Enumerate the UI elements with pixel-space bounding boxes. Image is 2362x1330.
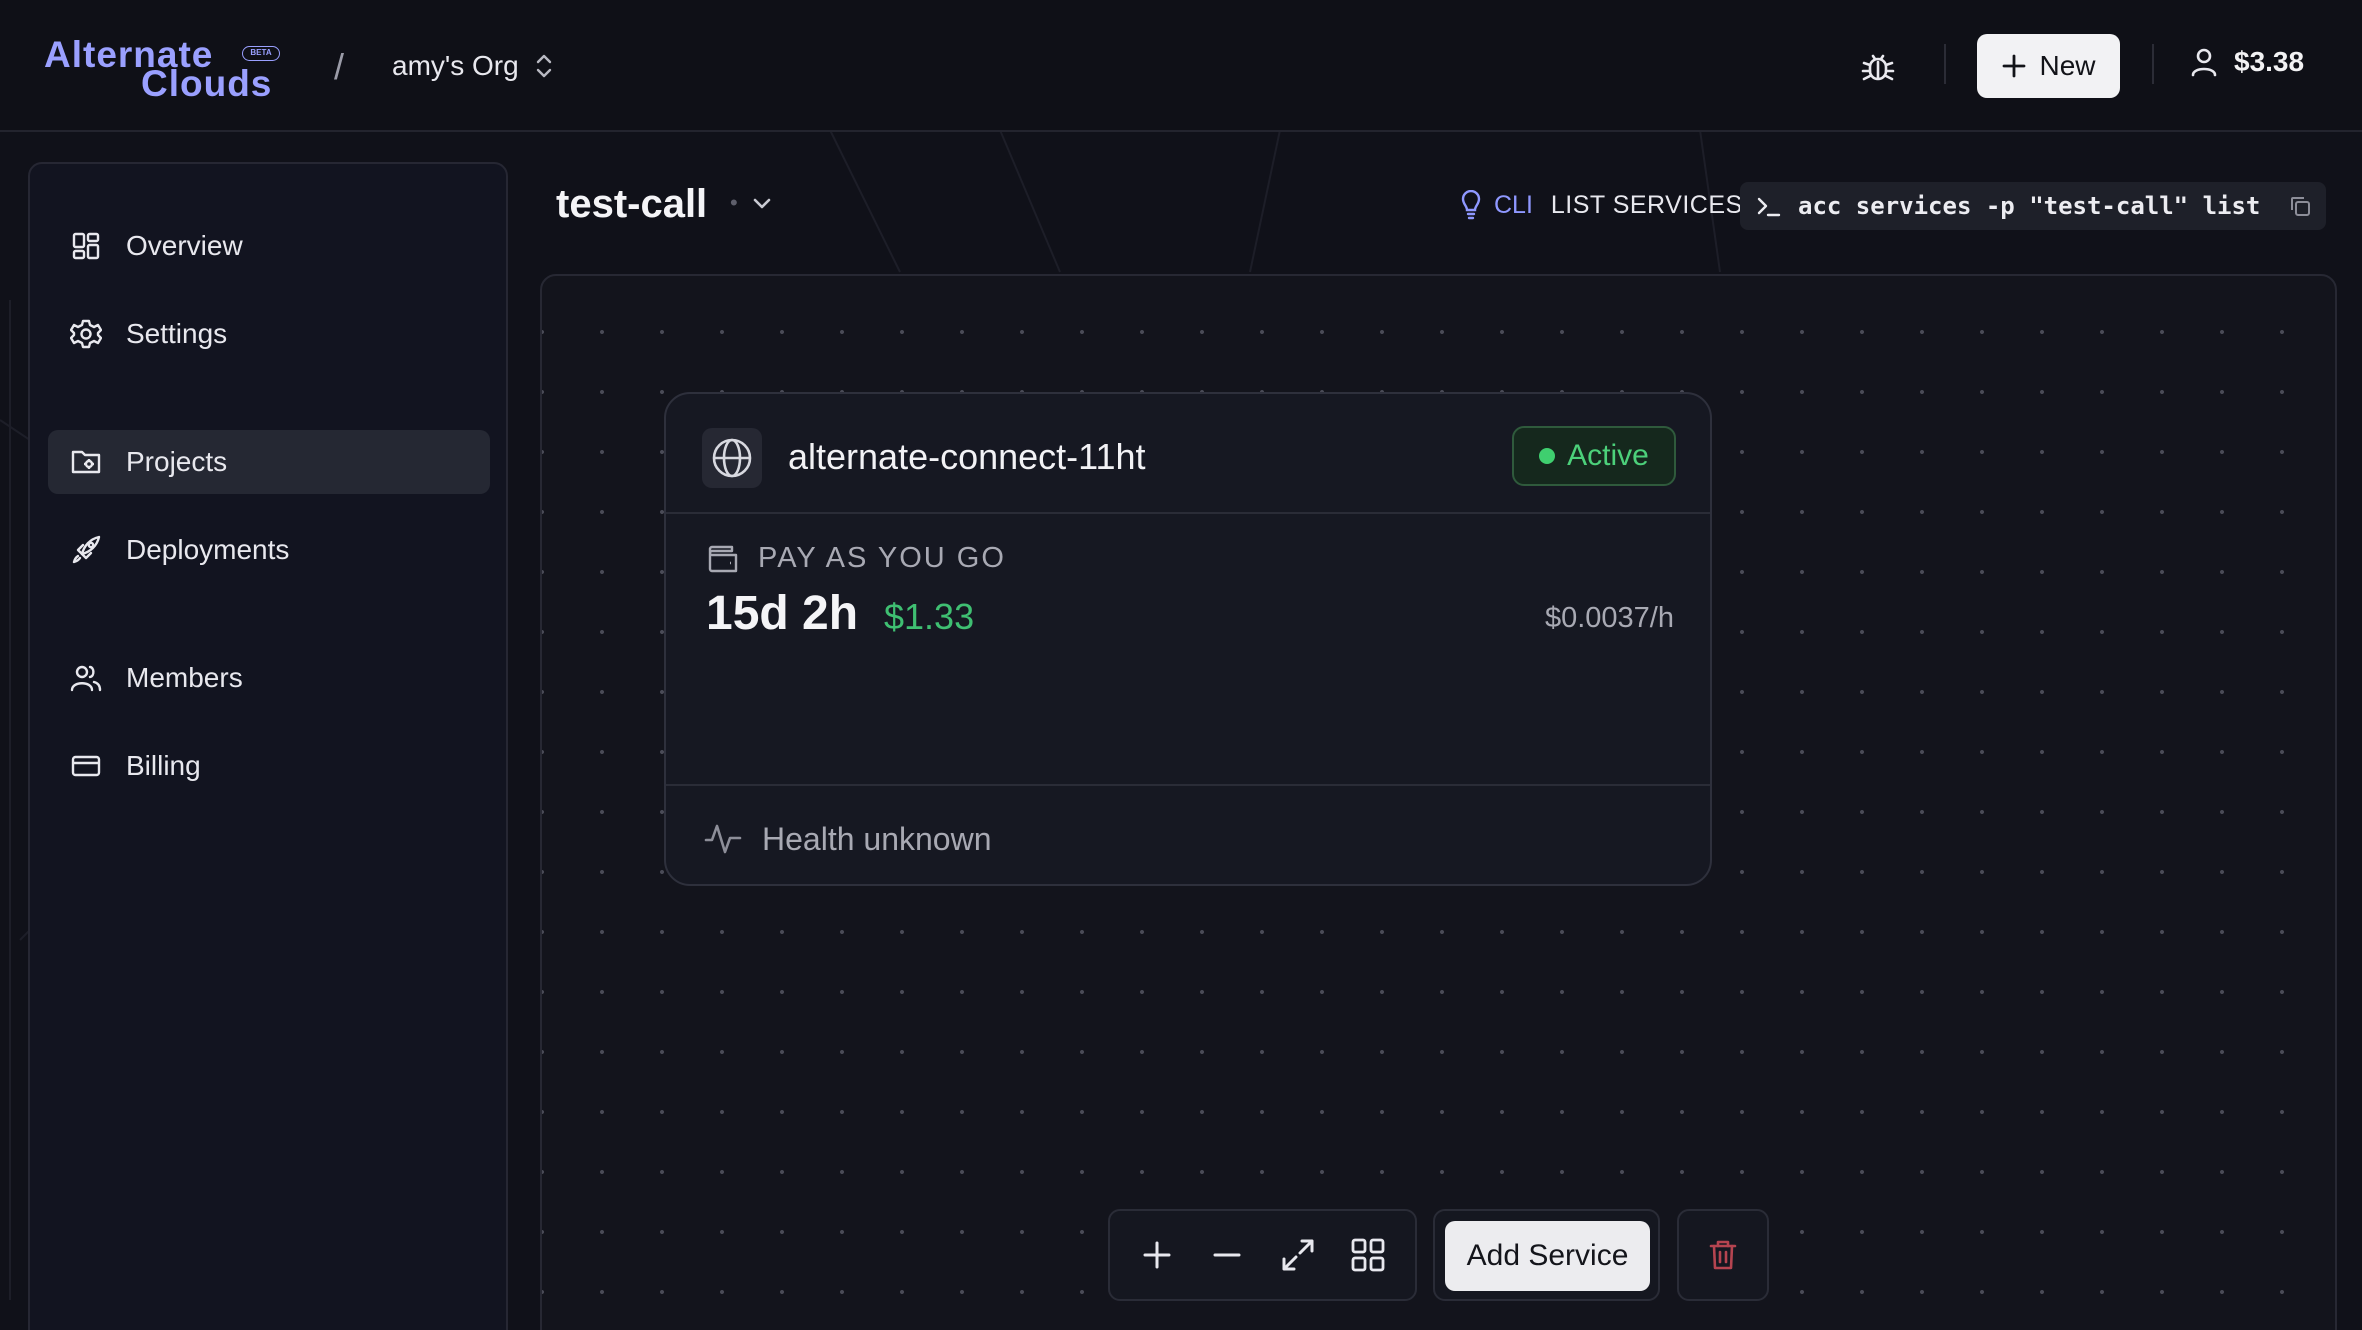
- status-badge: Active: [1512, 426, 1676, 486]
- users-icon: [70, 665, 102, 692]
- status-dot: [1539, 448, 1556, 464]
- copy-icon[interactable]: [2288, 194, 2312, 218]
- plus-icon: [2003, 54, 2026, 78]
- top-bar: Alternate BETA Clouds / amy's Org New $3…: [0, 0, 2362, 132]
- brand-name-line2: Clouds: [141, 63, 273, 104]
- canvas-toolbar: [1108, 1209, 1417, 1301]
- account-balance: $3.38: [2234, 46, 2305, 77]
- cli-command-box[interactable]: acc services -p "test-call" list: [1740, 182, 2326, 230]
- card-icon: [71, 755, 101, 777]
- cli-command-text: acc services -p "test-call" list: [1798, 192, 2261, 220]
- chevron-updown-icon: [536, 54, 551, 78]
- new-button[interactable]: New: [1977, 34, 2120, 98]
- org-switcher[interactable]: amy's Org: [392, 50, 555, 82]
- terminal-icon: [1757, 197, 1781, 217]
- folder-icon: [71, 450, 101, 474]
- grid-icon: [1351, 1238, 1385, 1272]
- trash-icon: [1709, 1240, 1737, 1270]
- zoom-out-button[interactable]: [1199, 1227, 1255, 1283]
- status-label: Active: [1567, 439, 1649, 472]
- sidebar-item-overview[interactable]: Overview: [48, 214, 490, 278]
- sidebar: Overview Settings Projects Deployments M…: [28, 162, 508, 1330]
- cli-label: CLI: [1494, 190, 1533, 219]
- sidebar-item-label: Settings: [126, 318, 228, 349]
- grid-icon: [72, 232, 100, 260]
- service-card-footer: Health unknown: [666, 784, 1710, 884]
- service-uptime: 15d 2h: [706, 587, 859, 640]
- user-icon: [2191, 48, 2217, 77]
- sidebar-item-label: Billing: [126, 750, 201, 781]
- account-menu[interactable]: $3.38: [2190, 46, 2304, 78]
- service-card-header: alternate-connect-11ht Active: [666, 394, 1710, 514]
- bug-report-icon[interactable]: [1858, 48, 1898, 88]
- breadcrumb-separator: /: [334, 46, 345, 87]
- add-service-button[interactable]: Add Service: [1445, 1221, 1650, 1291]
- project-dot: •: [730, 190, 738, 215]
- globe-icon: [712, 438, 752, 478]
- service-cost: $1.33: [884, 596, 975, 637]
- activity-icon: [704, 824, 742, 854]
- fit-view-button[interactable]: [1270, 1227, 1326, 1283]
- sidebar-item-projects[interactable]: Projects: [48, 430, 490, 494]
- sidebar-item-label: Projects: [126, 446, 228, 477]
- plus-icon: [1143, 1241, 1171, 1269]
- new-button-label: New: [2039, 50, 2096, 81]
- add-service-container: Add Service: [1433, 1209, 1660, 1301]
- header-divider: [1944, 44, 1946, 84]
- service-icon-container: [702, 428, 762, 488]
- sidebar-item-billing[interactable]: Billing: [48, 734, 490, 798]
- billing-plan: PAY AS YOU GO: [706, 542, 1006, 575]
- lightbulb-icon: [1461, 190, 1481, 220]
- sidebar-item-label: Deployments: [126, 534, 290, 565]
- beta-badge: BETA: [242, 46, 280, 61]
- health-label: Health unknown: [762, 820, 992, 857]
- layout-button[interactable]: [1340, 1227, 1396, 1283]
- sidebar-item-label: Overview: [126, 230, 243, 261]
- cli-subject: LIST SERVICES: [1550, 190, 1743, 219]
- sidebar-item-members[interactable]: Members: [48, 646, 490, 710]
- sidebar-item-deployments[interactable]: Deployments: [48, 518, 490, 582]
- service-name: alternate-connect-11ht: [788, 436, 1146, 477]
- health-status: Health unknown: [704, 820, 991, 858]
- sidebar-item-settings[interactable]: Settings: [48, 302, 490, 366]
- cli-hint: CLI LIST SERVICES: [1460, 190, 1743, 220]
- expand-icon: [1282, 1239, 1314, 1271]
- project-title: test-call: [556, 182, 708, 226]
- minus-icon: [1213, 1253, 1241, 1257]
- header-divider: [2152, 44, 2154, 84]
- zoom-in-button[interactable]: [1129, 1227, 1185, 1283]
- brand-logo[interactable]: Alternate BETA Clouds: [44, 34, 284, 104]
- app-root: Alternate BETA Clouds / amy's Org New $3…: [0, 0, 2362, 1330]
- wallet-icon: [708, 545, 738, 572]
- delete-button[interactable]: [1677, 1209, 1769, 1301]
- service-rate: $0.0037/h: [1544, 602, 1674, 634]
- project-switcher[interactable]: •: [730, 190, 774, 216]
- service-card[interactable]: alternate-connect-11ht Active PAY AS YOU…: [664, 392, 1712, 886]
- billing-plan-label: PAY AS YOU GO: [758, 542, 1006, 574]
- gear-icon: [70, 319, 102, 349]
- rocket-icon: [72, 535, 101, 564]
- sidebar-item-label: Members: [126, 662, 243, 693]
- org-name: amy's Org: [392, 50, 519, 81]
- chevron-down-icon: [753, 198, 771, 209]
